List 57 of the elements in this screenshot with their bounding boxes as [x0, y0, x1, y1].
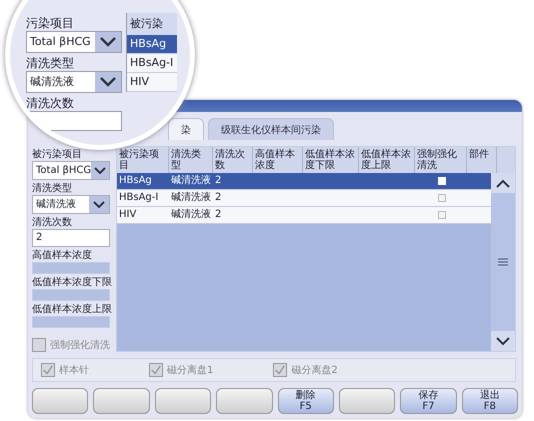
table-cell-text: 2 [214, 174, 222, 188]
table-row[interactable]: HIV [127, 73, 177, 92]
chevron-down-icon[interactable] [496, 336, 510, 346]
chevron-up-icon[interactable] [496, 178, 510, 188]
table-cell-text: HIV [118, 208, 138, 222]
table-row[interactable]: HBsAg-I 碱清洗液 2 [117, 190, 491, 207]
tab[interactable]: 级联生化仪样本间污染 [208, 118, 334, 140]
field-label: 低值样本浓度下限 [32, 277, 110, 289]
table-row[interactable]: HBsAg 碱清洗液 2 [117, 173, 491, 190]
table-row[interactable]: HIV 碱清洗液 2 [117, 207, 491, 224]
blank-button[interactable] [32, 388, 88, 414]
table-cell-text: HBsAg-I [118, 191, 160, 205]
chevron-down-icon [93, 200, 105, 208]
dropdown[interactable]: Total βHCG [32, 161, 110, 180]
field-label: 低值样本浓度上限 [32, 304, 110, 316]
scroll-bar[interactable] [491, 173, 515, 351]
field-label: 清洗次数 [26, 95, 75, 111]
table-cell-text: 2 [214, 208, 222, 222]
chevron-down-icon [94, 166, 106, 174]
field-label: 高值样本浓度 [32, 250, 93, 262]
checkbox[interactable] [438, 211, 446, 219]
blank-button[interactable] [216, 388, 272, 414]
table-row[interactable]: HBsAg-I [127, 54, 177, 73]
table-row[interactable]: HBsAg [127, 35, 177, 54]
checkbox-label: 样本针 [59, 364, 89, 377]
field-label: 污染项目 [26, 15, 75, 31]
checkbox[interactable] [41, 363, 55, 377]
blank-button[interactable] [338, 388, 396, 414]
table-cell-text: 2 [214, 191, 222, 205]
grip-icon[interactable] [498, 258, 508, 266]
chevron-down-icon [100, 37, 116, 47]
table-cell-text: 碱清洗液 [170, 208, 212, 222]
table-cell-text: 碱清洗液 [170, 174, 212, 188]
function-button[interactable]: 保存 F7 [400, 388, 457, 414]
tab[interactable]: 染 [168, 118, 204, 140]
field-label: 清洗次数 [32, 217, 73, 229]
checkbox[interactable] [149, 363, 163, 377]
checkbox-label: 强制强化清洗 [50, 338, 110, 352]
dropdown[interactable]: 碱清洗液 [32, 195, 110, 214]
checkbox[interactable] [438, 194, 446, 202]
dropdown[interactable]: Total βHCG [26, 31, 122, 53]
column-header: 被污染 [127, 13, 177, 35]
field-label: 清洗类型 [32, 183, 73, 195]
table-cell-text: HBsAg [118, 174, 153, 188]
blank-button[interactable] [154, 388, 212, 414]
checkbox-label: 磁分离盘1 [167, 364, 214, 377]
blank-button[interactable] [93, 388, 150, 414]
chevron-down-icon [100, 77, 116, 87]
checkbox-label: 磁分离盘2 [291, 364, 338, 377]
input-field[interactable]: 2 [32, 229, 110, 247]
checkbox[interactable] [273, 363, 288, 377]
table-cell-text: 碱清洗液 [170, 190, 212, 205]
field-label: 清洗类型 [26, 55, 75, 71]
function-button[interactable]: 退出 F8 [462, 388, 518, 414]
field-label: 被污染项目 [32, 149, 83, 161]
dropdown[interactable]: 碱清洗液 [26, 71, 122, 93]
function-button[interactable]: 删除 F5 [278, 388, 334, 414]
